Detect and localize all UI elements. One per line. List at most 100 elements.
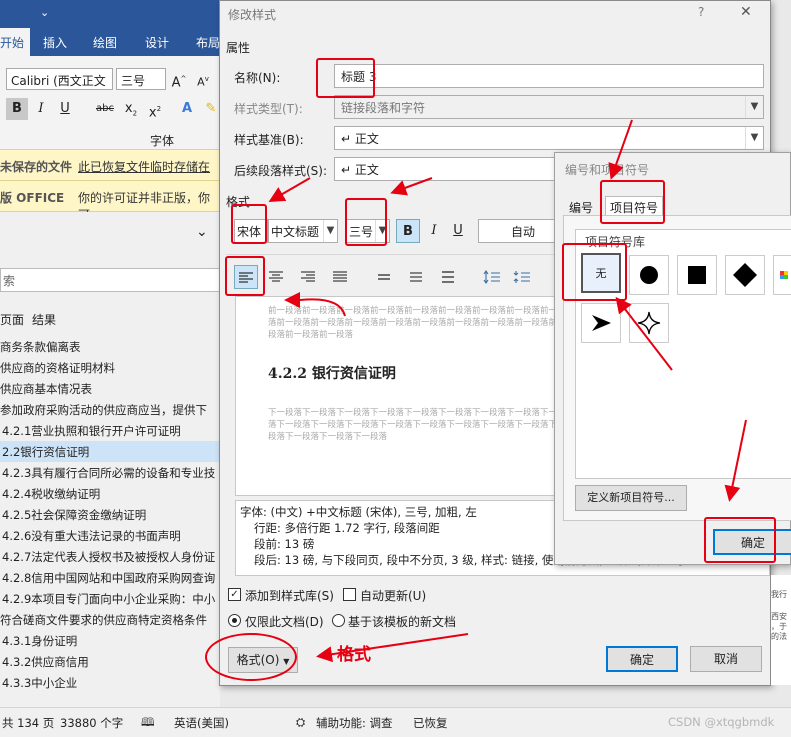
nav-heading-item[interactable]: 符合磋商文件要求的供应商特定资格条件 [0,609,220,630]
auto-update-label: 自动更新(U) [360,589,427,603]
help-button[interactable]: ? [698,5,704,19]
nav-heading-item[interactable]: 4.3.2供应商信用 [0,651,220,672]
tab-numbering[interactable]: 编号 [569,199,593,216]
watermark: CSDN @xtqgbmdk [668,715,775,729]
proofing-icon[interactable]: 🕮 [141,715,155,734]
language[interactable]: 英语(美国) [174,715,229,731]
license-label: 版 OFFICE [0,191,65,205]
accessibility-status[interactable]: 辅助功能: 调查 [316,715,393,731]
recovered-status: 已恢复 [413,716,448,730]
increase-spacing-icon[interactable] [480,265,504,289]
page-count[interactable]: 共 134 页 [2,715,54,731]
based-on-select[interactable]: ↵ 正文 ▼ [334,126,764,150]
only-this-doc-radio[interactable] [228,614,241,627]
style-type-label: 样式类型(T): [234,102,303,116]
word-count[interactable]: 33880 个字 [60,715,123,731]
superscript-icon[interactable]: x2 [144,98,166,120]
bullets-numbering-dialog: 编号和项目符号 编号 项目符号 项目符号库 无 定义新项目符号... 确定 [554,152,791,565]
cancel-button[interactable]: 取消 [690,646,762,672]
nav-heading-item[interactable]: 4.3.3中小企业 [0,672,220,693]
doc-text-1: 我行 [771,590,787,599]
bullet-filled-square-icon[interactable] [677,255,717,295]
font-name-box[interactable]: Calibri (西文正文 [6,68,113,90]
nav-heading-item[interactable]: 4.2.4税收缴纳证明 [0,483,220,504]
bold-icon[interactable]: B [6,98,28,120]
unsaved-label: 未保存的文件 [0,160,73,174]
nav-heading-item[interactable]: 供应商的资格证明材料 [0,357,220,378]
double-spacing-icon[interactable] [436,265,460,289]
next-style-value: ↵ 正文 [341,163,379,177]
bullet-diamond-icon[interactable] [725,255,765,295]
decrease-spacing-icon[interactable] [510,265,534,289]
nav-heading-item[interactable]: 参加政府采购活动的供应商应当，提供下 [0,399,220,420]
subscript-icon[interactable]: x2 [120,98,142,120]
dialog-title: 修改样式 [228,8,277,22]
bullet-arrowhead-icon[interactable] [581,303,621,343]
underline-icon[interactable]: U [54,98,76,120]
preview-next-paragraph: 下一段落下一段落下一段落下一段落下一段落下一段落下一段落下一段落下一段落下一段落… [268,408,566,442]
add-to-gallery-checkbox[interactable]: ✓ [228,588,241,601]
only-this-doc-label: 仅限此文档(D) [245,615,324,629]
doc-text-4: 的法 [771,632,787,641]
nav-heading-item[interactable]: 商务条款偏离表 [0,336,220,357]
grow-font-icon[interactable]: A^ [168,68,190,90]
one-half-spacing-icon[interactable] [404,265,428,289]
nav-heading-item[interactable]: 4.2.5社会保障资金缴纳证明 [0,504,220,525]
status-bar: 共 134 页 33880 个字 🕮 英语(美国) ⛭ 辅助功能: 调查 已恢复… [0,707,791,737]
underline-button[interactable]: U [446,219,470,243]
unsaved-message-bar: 未保存的文件 此已恢复文件临时存储在 [0,150,220,181]
font-size-box[interactable]: 三号 [116,68,166,90]
auto-update-checkbox[interactable] [343,588,356,601]
nav-tab-pages[interactable]: 页面 [0,311,24,328]
nav-tab-results[interactable]: 结果 [32,311,56,328]
search-input[interactable]: 索 [0,268,220,292]
nav-heading-item[interactable]: 4.3.1身份证明 [0,630,220,651]
italic-icon[interactable]: I [30,98,52,120]
bullet-color-square-icon[interactable] [773,255,791,295]
bold-button[interactable]: B [396,219,420,243]
bullet-star-icon[interactable] [629,303,669,343]
bullet-filled-circle-icon[interactable] [629,255,669,295]
define-new-bullet-button[interactable]: 定义新项目符号... [575,485,687,511]
strikethrough-icon[interactable]: abc [94,98,116,120]
nav-heading-item[interactable]: 供应商基本情况表 [0,378,220,399]
tab-layout[interactable]: 布局 [196,34,220,51]
nav-heading-item[interactable]: 4.2.1营业执照和银行开户许可证明 [0,420,220,441]
italic-button[interactable]: I [422,219,446,243]
single-spacing-icon[interactable] [372,265,396,289]
nav-heading-item[interactable]: 2.2银行资信证明 [0,441,220,462]
properties-heading: 属性 [226,41,251,55]
tab-insert[interactable]: 插入 [43,34,67,51]
shrink-font-icon[interactable]: Av [192,68,214,90]
close-button[interactable]: ✕ [740,4,752,20]
next-style-label: 后续段落样式(S): [234,164,328,178]
nav-heading-item[interactable]: 4.2.6没有重大违法记录的书面声明 [0,525,220,546]
name-field[interactable]: 标题 3 [334,64,764,88]
undo-dropdown-icon[interactable]: ⌄ [40,6,49,19]
annotation-box-name [316,58,375,98]
tab-design[interactable]: 设计 [145,34,169,51]
script-select[interactable]: 中文标题 ▼ [268,219,338,243]
font-color-value: 自动 [510,225,535,239]
nav-heading-item[interactable]: 4.2.9本项目专门面向中小企业采购：中小 [0,588,220,609]
nav-heading-item[interactable]: 4.2.8信用中国网站和中国政府采购网查询 [0,567,220,588]
tab-draw[interactable]: 绘图 [93,34,117,51]
ribbon-tabs: 开始 插入 绘图 设计 布局 [0,28,220,56]
align-center-icon[interactable] [264,265,288,289]
align-right-icon[interactable] [296,265,320,289]
justify-icon[interactable] [328,265,352,289]
annotation-box-bullet-tab [600,180,665,224]
chevron-down-icon[interactable]: ⌄ [196,224,208,240]
unsaved-text[interactable]: 此已恢复文件临时存储在 [78,158,210,175]
navigation-pane: ⌄ 索 页面 结果 商务条款偏离表 供应商的资格证明材料 供应商基本情况表 参加政府采… [0,212,220,707]
nav-heading-item[interactable]: 4.2.7法定代表人授权书及被授权人身份证 [0,546,220,567]
nav-heading-item[interactable]: 4.2.3具有履行合同所必需的设备和专业技 [0,462,220,483]
annotation-box-size [345,198,387,246]
tab-home[interactable]: 开始 [0,28,30,56]
document-edge: 我行 西安 ，于 的法 [771,575,791,685]
style-type-value: 链接段落和字符 [341,101,426,115]
annotation-box-ok [704,517,776,563]
text-effects-icon[interactable]: A [176,98,198,120]
ok-button[interactable]: 确定 [606,646,678,672]
new-docs-radio[interactable] [332,614,345,627]
